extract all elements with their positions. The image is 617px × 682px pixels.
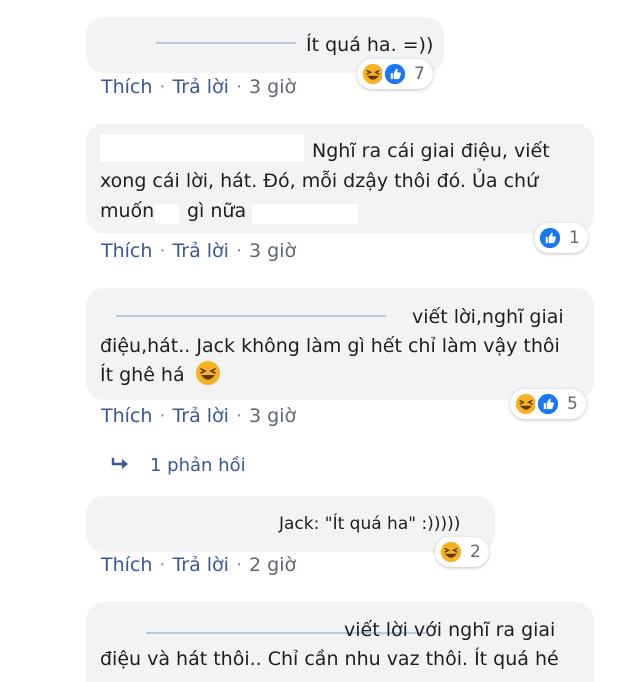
separator-dot: · [159, 554, 166, 576]
like-icon [382, 61, 408, 87]
timestamp[interactable]: 3 giờ [249, 405, 296, 427]
reply-link[interactable]: Trả lời [172, 405, 229, 427]
comment-text-line: điệu và hát thôi.. Chỉ cần nhu vaz thôi.… [100, 648, 559, 670]
separator-dot: · [235, 76, 243, 98]
timestamp[interactable]: 2 giờ [249, 554, 296, 576]
reaction-count: 7 [414, 64, 425, 84]
comment-actions: Thích · Trả lời · 3 giờ [101, 76, 296, 98]
view-replies-link[interactable]: 1 phản hồi [110, 455, 246, 476]
comment-actions: Thích · Trả lời · 3 giờ [101, 240, 296, 262]
comment-actions: Thích · Trả lời · 3 giờ [101, 405, 296, 427]
comment-actions: Thích · Trả lời · 2 giờ [101, 554, 296, 576]
like-link[interactable]: Thích [101, 76, 152, 98]
redacted-author-name [116, 315, 386, 317]
reaction-count: 1 [569, 228, 580, 248]
haha-icon [438, 539, 464, 565]
redacted-author-name [100, 134, 304, 162]
comment-text: Jack: "Ít quá ha" :))))) [279, 514, 461, 534]
comment-text-line: viết lời với nghĩ ra giai [344, 619, 556, 641]
timestamp[interactable]: 3 giờ [249, 240, 296, 262]
comment-text-line: muốn [100, 200, 155, 222]
timestamp[interactable]: 3 giờ [249, 76, 296, 98]
separator-dot: · [235, 240, 243, 262]
reply-arrow-icon [111, 458, 128, 469]
reaction-summary[interactable]: 2 [435, 537, 489, 567]
redacted-author-name [156, 42, 296, 44]
separator-dot: · [159, 76, 166, 98]
comment-text-line: viết lời,nghĩ giai [412, 306, 564, 328]
redacted-block [155, 204, 179, 224]
reply-link[interactable]: Trả lời [172, 240, 229, 262]
comment-text-line: Ít ghê há [100, 360, 221, 390]
reaction-summary[interactable]: 1 [534, 223, 588, 253]
comment-text-line: xong cái lời, hát. Đó, mỗi dzậy thôi đó.… [100, 170, 539, 192]
separator-dot: · [235, 554, 243, 576]
separator-dot: · [235, 405, 243, 427]
reaction-summary[interactable]: 7 [357, 59, 433, 89]
laughing-emoji-icon [194, 360, 221, 386]
like-icon [535, 391, 561, 417]
comment-text-line: điệu,hát.. Jack không làm gì hết chỉ làm… [100, 335, 560, 357]
comment-bubble: Nghĩ ra cái giai điệu, viết xong cái lời… [86, 124, 594, 234]
reaction-summary[interactable]: 5 [510, 389, 586, 419]
comment-bubble: viết lời với nghĩ ra giai điệu và hát th… [86, 602, 594, 682]
like-link[interactable]: Thích [101, 554, 152, 576]
comment-text-line: gì nữa [187, 200, 247, 222]
separator-dot: · [159, 240, 166, 262]
reaction-count: 2 [470, 542, 481, 562]
reaction-count: 5 [567, 394, 578, 414]
comment-text: Ít quá ha. =)) [306, 34, 434, 56]
reply-link[interactable]: Trả lời [172, 554, 229, 576]
like-icon [537, 225, 563, 251]
comment-text: Ít ghê há [100, 364, 185, 386]
comment-bubble: Jack: "Ít quá ha" :))))) [86, 496, 495, 552]
like-link[interactable]: Thích [101, 405, 152, 427]
redacted-block [252, 204, 358, 224]
comment-bubble: viết lời,nghĩ giai điệu,hát.. Jack không… [86, 288, 594, 400]
separator-dot: · [159, 405, 166, 427]
like-link[interactable]: Thích [101, 240, 152, 262]
reply-link[interactable]: Trả lời [172, 76, 229, 98]
comment-text-line: Nghĩ ra cái giai điệu, viết [312, 140, 550, 162]
replies-count-label: 1 phản hồi [150, 455, 246, 476]
